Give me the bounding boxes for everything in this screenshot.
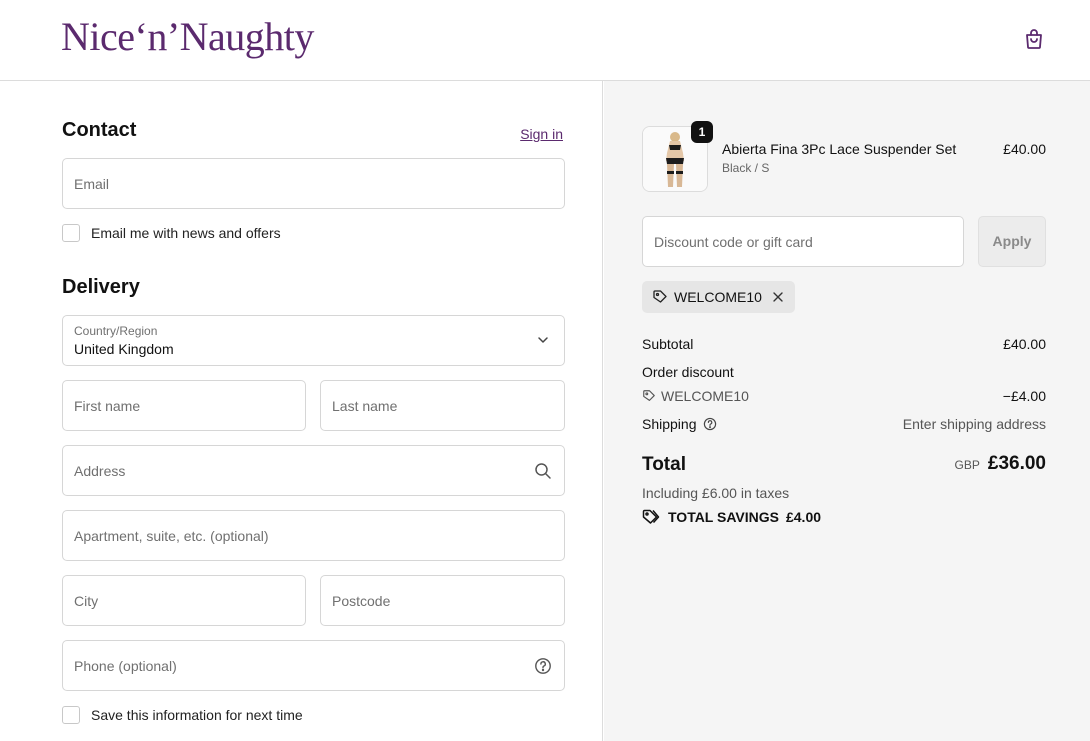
help-icon[interactable] [703, 417, 717, 431]
news-checkbox[interactable] [62, 224, 80, 242]
subtotal-label: Subtotal [642, 336, 694, 352]
product-variant: Black / S [722, 161, 770, 175]
country-select[interactable]: Country/Region United Kingdom [62, 315, 565, 366]
remove-discount-icon[interactable] [771, 290, 785, 304]
savings-label: TOTAL SAVINGS [668, 509, 779, 525]
search-icon [535, 463, 551, 479]
tag-icon [643, 390, 655, 401]
country-label: Country/Region [74, 324, 158, 338]
applied-discount-chip: WELCOME10 [642, 281, 795, 313]
savings-tag-icon [642, 509, 660, 524]
chevron-down-icon [538, 337, 548, 343]
address-placeholder: Address [74, 463, 126, 479]
postcode-field[interactable]: Postcode [320, 575, 565, 626]
phone-placeholder: Phone (optional) [74, 658, 177, 674]
email-placeholder: Email [74, 176, 110, 192]
currency-code: GBP [954, 458, 980, 472]
save-info-checkbox[interactable] [62, 706, 80, 724]
apartment-placeholder: Apartment, suite, etc. (optional) [74, 528, 269, 544]
discount-code-row: WELCOME10 [642, 388, 749, 404]
total-label: Total [642, 454, 686, 475]
product-thumbnail: 1 [642, 121, 713, 192]
news-opt-in[interactable]: Email me with news and offers [62, 224, 281, 242]
help-icon[interactable] [534, 657, 552, 675]
taxes-note: Including £6.00 in taxes [642, 485, 790, 501]
postcode-placeholder: Postcode [332, 593, 391, 609]
city-field[interactable]: City [62, 575, 306, 626]
order-discount-label: Order discount [642, 364, 734, 380]
delivery-heading: Delivery [62, 276, 140, 298]
product-price: £40.00 [1003, 141, 1046, 157]
contact-heading: Contact [62, 119, 137, 141]
shipping-value: Enter shipping address [902, 416, 1046, 432]
savings-value: £4.00 [785, 509, 822, 525]
tag-icon [653, 290, 667, 303]
quantity-badge: 1 [691, 121, 713, 143]
checkout-form: Contact Sign in Email Email me with news… [0, 81, 603, 741]
last-name-placeholder: Last name [332, 398, 398, 414]
discount-value: −£4.00 [1002, 388, 1046, 404]
last-name-field[interactable]: Last name [320, 380, 565, 431]
store-logo[interactable]: Nice‘n’Naughty [61, 12, 314, 62]
country-value: United Kingdom [74, 341, 174, 357]
apartment-field[interactable]: Apartment, suite, etc. (optional) [62, 510, 565, 561]
product-name: Abierta Fina 3Pc Lace Suspender Set [722, 141, 957, 157]
phone-field[interactable]: Phone (optional) [62, 640, 565, 691]
first-name-placeholder: First name [74, 398, 141, 414]
applied-code-text: WELCOME10 [674, 289, 762, 305]
save-info-opt-in[interactable]: Save this information for next time [62, 706, 303, 724]
discount-code-text: WELCOME10 [661, 388, 749, 404]
shipping-row: Shipping [642, 416, 717, 432]
address-field[interactable]: Address [62, 445, 565, 496]
shipping-label: Shipping [642, 416, 697, 432]
subtotal-value: £40.00 [1003, 336, 1046, 352]
total-savings: TOTAL SAVINGS £4.00 [642, 509, 821, 525]
apply-discount-button[interactable]: Apply [978, 216, 1046, 267]
total-value: £36.00 [987, 453, 1046, 474]
first-name-field[interactable]: First name [62, 380, 306, 431]
email-field[interactable]: Email [62, 158, 565, 209]
news-checkbox-label: Email me with news and offers [91, 225, 281, 241]
save-info-label: Save this information for next time [91, 707, 303, 723]
shopping-bag-icon[interactable] [1022, 27, 1046, 51]
discount-code-field[interactable]: Discount code or gift card [642, 216, 964, 267]
city-placeholder: City [74, 593, 99, 609]
order-summary: 1 Abierta Fina 3Pc Lace Suspender Set Bl… [604, 81, 1090, 741]
site-header: Nice‘n’Naughty [0, 0, 1090, 81]
sign-in-link[interactable]: Sign in [520, 126, 563, 142]
discount-placeholder: Discount code or gift card [654, 234, 813, 250]
total-amount: GBP £36.00 [955, 453, 1046, 475]
